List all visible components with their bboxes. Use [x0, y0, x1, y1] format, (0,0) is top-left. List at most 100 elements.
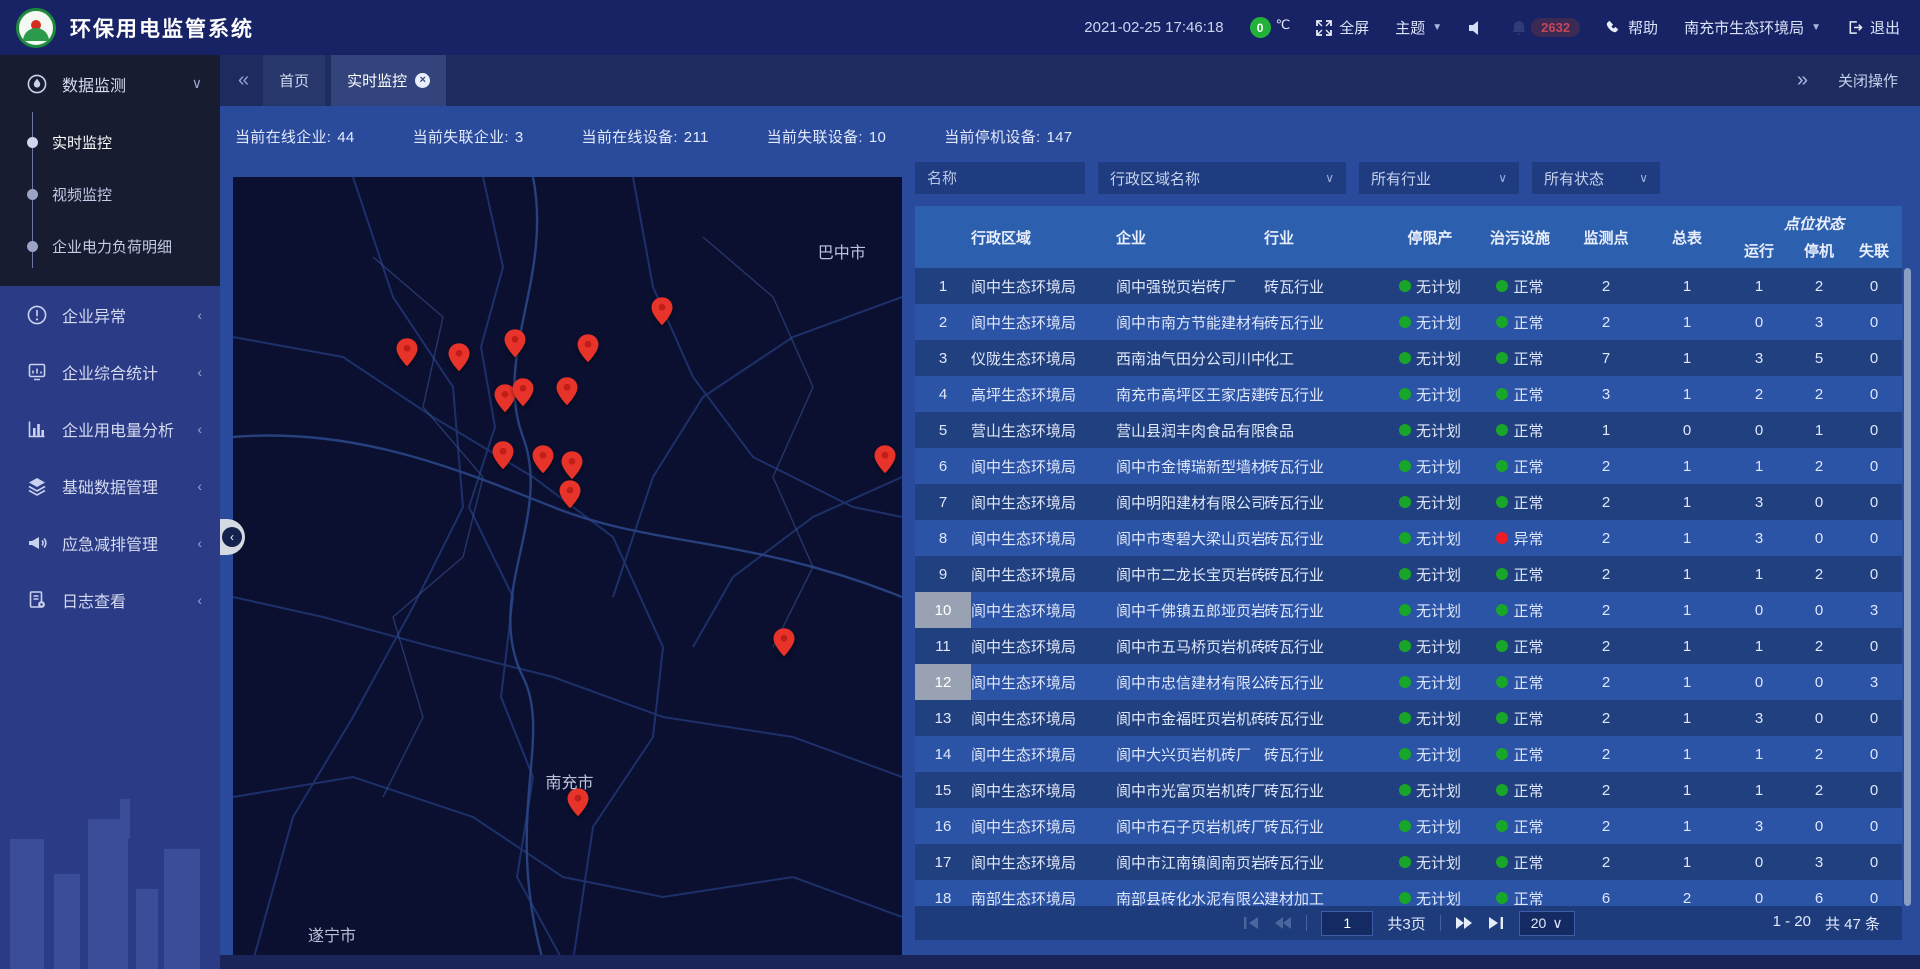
cell-index: 3 — [915, 340, 971, 376]
cell-run: 0 — [1726, 844, 1792, 880]
cell-index: 17 — [915, 844, 971, 880]
cell-meters: 1 — [1648, 268, 1726, 304]
cell-meters: 2 — [1648, 880, 1726, 906]
sidebar-subitem[interactable]: 实时监控 — [0, 116, 220, 168]
map-pin[interactable] — [774, 628, 795, 656]
status-select[interactable]: 所有状态 ∨ — [1532, 162, 1660, 194]
fullscreen-button[interactable]: 全屏 — [1316, 17, 1369, 38]
cell-stop: 2 — [1792, 376, 1846, 412]
status-dot-green — [1496, 316, 1508, 328]
cell-meters: 1 — [1648, 628, 1726, 664]
stat-item: 当前失联设备:10 — [767, 126, 887, 147]
sidebar-item[interactable]: 企业综合统计‹ — [0, 343, 220, 400]
cell-region: 阆中生态环境局 — [971, 592, 1116, 628]
map-pin[interactable] — [561, 452, 582, 480]
table-row[interactable]: 7阆中生态环境局阆中明阳建材有限公司砖瓦行业无计划正常21300 — [915, 484, 1902, 520]
map-pin[interactable] — [652, 297, 673, 325]
sidebar-group-4: 基础数据管理‹ — [0, 457, 220, 514]
table-row[interactable]: 11阆中生态环境局阆中市五马桥页岩机砖砖瓦行业无计划正常21120 — [915, 628, 1902, 664]
notification-badge[interactable]: 2632 — [1511, 18, 1580, 37]
sidebar-item[interactable]: 基础数据管理‹ — [0, 457, 220, 514]
panels: 巴中市南充市遂宁市 行政区域名称 ∨ 所有行业 ∨ — [233, 156, 1902, 961]
sidebar-item[interactable]: 数据监测∨ — [0, 55, 220, 112]
sidebar-item-label: 日志查看 — [62, 588, 126, 612]
tab-实时监控[interactable]: 实时监控× — [331, 55, 446, 106]
map-pin[interactable] — [556, 377, 577, 405]
table-row[interactable]: 2阆中生态环境局阆中市南方节能建材有砖瓦行业无计划正常21030 — [915, 304, 1902, 340]
cell-meters: 1 — [1648, 736, 1726, 772]
map-pin[interactable] — [559, 481, 580, 509]
table-row[interactable]: 1阆中生态环境局阆中强锐页岩砖厂砖瓦行业无计划正常21120 — [915, 268, 1902, 304]
previous-page-button[interactable] — [1274, 915, 1292, 931]
map-pin[interactable] — [568, 789, 589, 817]
table-row[interactable]: 6阆中生态环境局阆中市金博瑞新型墙材砖瓦行业无计划正常21120 — [915, 448, 1902, 484]
sidebar-subitem[interactable]: 企业电力负荷明细 — [0, 220, 220, 272]
sidebar-item[interactable]: 应急减排管理‹ — [0, 514, 220, 571]
table-row[interactable]: 4高坪生态环境局南充市高坪区王家店建砖瓦行业无计划正常31220 — [915, 376, 1902, 412]
status-dot-green — [1399, 784, 1411, 796]
table-row[interactable]: 13阆中生态环境局阆中市金福旺页岩机砖砖瓦行业无计划正常21300 — [915, 700, 1902, 736]
cell-limit: 无计划 — [1384, 592, 1476, 628]
map-pin[interactable] — [396, 338, 417, 366]
table-row[interactable]: 17阆中生态环境局阆中市江南镇阆南页岩砖瓦行业无计划正常21030 — [915, 844, 1902, 880]
first-page-button[interactable] — [1242, 915, 1260, 931]
cell-run: 3 — [1726, 520, 1792, 556]
table-row[interactable]: 8阆中生态环境局阆中市枣碧大梁山页岩砖瓦行业无计划异常21300 — [915, 520, 1902, 556]
table-row[interactable]: 18南部生态环境局南部县砖化水泥有限公建材加工无计划正常62060 — [915, 880, 1902, 906]
table-row[interactable]: 12阆中生态环境局阆中市忠信建材有限公砖瓦行业无计划正常21003 — [915, 664, 1902, 700]
table-scrollbar[interactable] — [1904, 268, 1911, 906]
sidebar-item[interactable]: 企业用电量分析‹ — [0, 400, 220, 457]
sidebar-item[interactable]: 日志查看‹ — [0, 571, 220, 628]
cell-lost: 3 — [1846, 592, 1902, 628]
sidebar-subitem[interactable]: 视频监控 — [0, 168, 220, 220]
map-pin[interactable] — [505, 329, 526, 357]
table-row[interactable]: 16阆中生态环境局阆中市石子页岩机砖厂砖瓦行业无计划正常21300 — [915, 808, 1902, 844]
map-pin[interactable] — [512, 378, 533, 406]
status-dot-green — [1496, 676, 1508, 688]
map-pin[interactable] — [577, 334, 598, 362]
help-button[interactable]: 帮助 — [1606, 17, 1658, 38]
sound-toggle[interactable] — [1468, 20, 1485, 36]
table-row[interactable]: 15阆中生态环境局阆中市光富页岩机砖厂砖瓦行业无计划正常21120 — [915, 772, 1902, 808]
page-size-select[interactable]: 20 ∨ — [1519, 911, 1575, 936]
theme-menu[interactable]: 主题 ▼ — [1395, 17, 1442, 38]
table-row[interactable]: 14阆中生态环境局阆中大兴页岩机砖厂砖瓦行业无计划正常21120 — [915, 736, 1902, 772]
map-city-label: 巴中市 — [818, 239, 866, 263]
cell-lost: 0 — [1846, 628, 1902, 664]
cell-company: 南充市高坪区王家店建 — [1116, 376, 1264, 412]
close-operations-menu[interactable]: 关闭操作 — [1838, 70, 1898, 91]
cell-facility: 正常 — [1476, 484, 1564, 520]
right-panel: 行政区域名称 ∨ 所有行业 ∨ 所有状态 ∨ — [915, 162, 1902, 940]
exit-button[interactable]: 退出 — [1847, 17, 1900, 38]
cell-region: 阆中生态环境局 — [971, 736, 1116, 772]
cell-lost: 3 — [1846, 664, 1902, 700]
map-pin[interactable] — [449, 343, 470, 371]
tabs-scroll-left-icon[interactable]: « — [220, 69, 263, 92]
stat-label: 当前失联企业: — [413, 129, 509, 146]
map-city-label: 遂宁市 — [308, 922, 356, 946]
map-pin[interactable] — [533, 445, 554, 473]
cell-company: 阆中强锐页岩砖厂 — [1116, 268, 1264, 304]
tabs-scroll-right-icon[interactable]: » — [1797, 69, 1808, 92]
cell-stop: 0 — [1792, 664, 1846, 700]
region-select[interactable]: 行政区域名称 ∨ — [1098, 162, 1346, 194]
sidebar-item[interactable]: 企业异常‹ — [0, 286, 220, 343]
status-dot-green — [1496, 352, 1508, 364]
tab-首页[interactable]: 首页 — [263, 55, 325, 106]
table-row[interactable]: 3仪陇生态环境局西南油气田分公司川中化工无计划正常71350 — [915, 340, 1902, 376]
org-menu[interactable]: 南充市生态环境局 ▼ — [1684, 17, 1821, 38]
map-panel[interactable]: 巴中市南充市遂宁市 — [233, 177, 902, 961]
table-row[interactable]: 5营山生态环境局营山县润丰肉食品有限食品无计划正常10010 — [915, 412, 1902, 448]
next-page-button[interactable] — [1455, 915, 1473, 931]
map-pin[interactable] — [874, 445, 895, 473]
map-pin[interactable] — [493, 441, 514, 469]
table-row[interactable]: 10阆中生态环境局阆中千佛镇五郎垭页岩砖瓦行业无计划正常21003 — [915, 592, 1902, 628]
industry-select[interactable]: 所有行业 ∨ — [1359, 162, 1519, 194]
cell-index: 4 — [915, 376, 971, 412]
last-page-button[interactable] — [1487, 915, 1505, 931]
page-number-input[interactable] — [1321, 911, 1373, 936]
name-filter-input[interactable] — [915, 162, 1085, 194]
cell-stop: 2 — [1792, 448, 1846, 484]
table-row[interactable]: 9阆中生态环境局阆中市二龙长宝页岩砖砖瓦行业无计划正常21120 — [915, 556, 1902, 592]
tab-close-icon[interactable]: × — [415, 73, 430, 88]
